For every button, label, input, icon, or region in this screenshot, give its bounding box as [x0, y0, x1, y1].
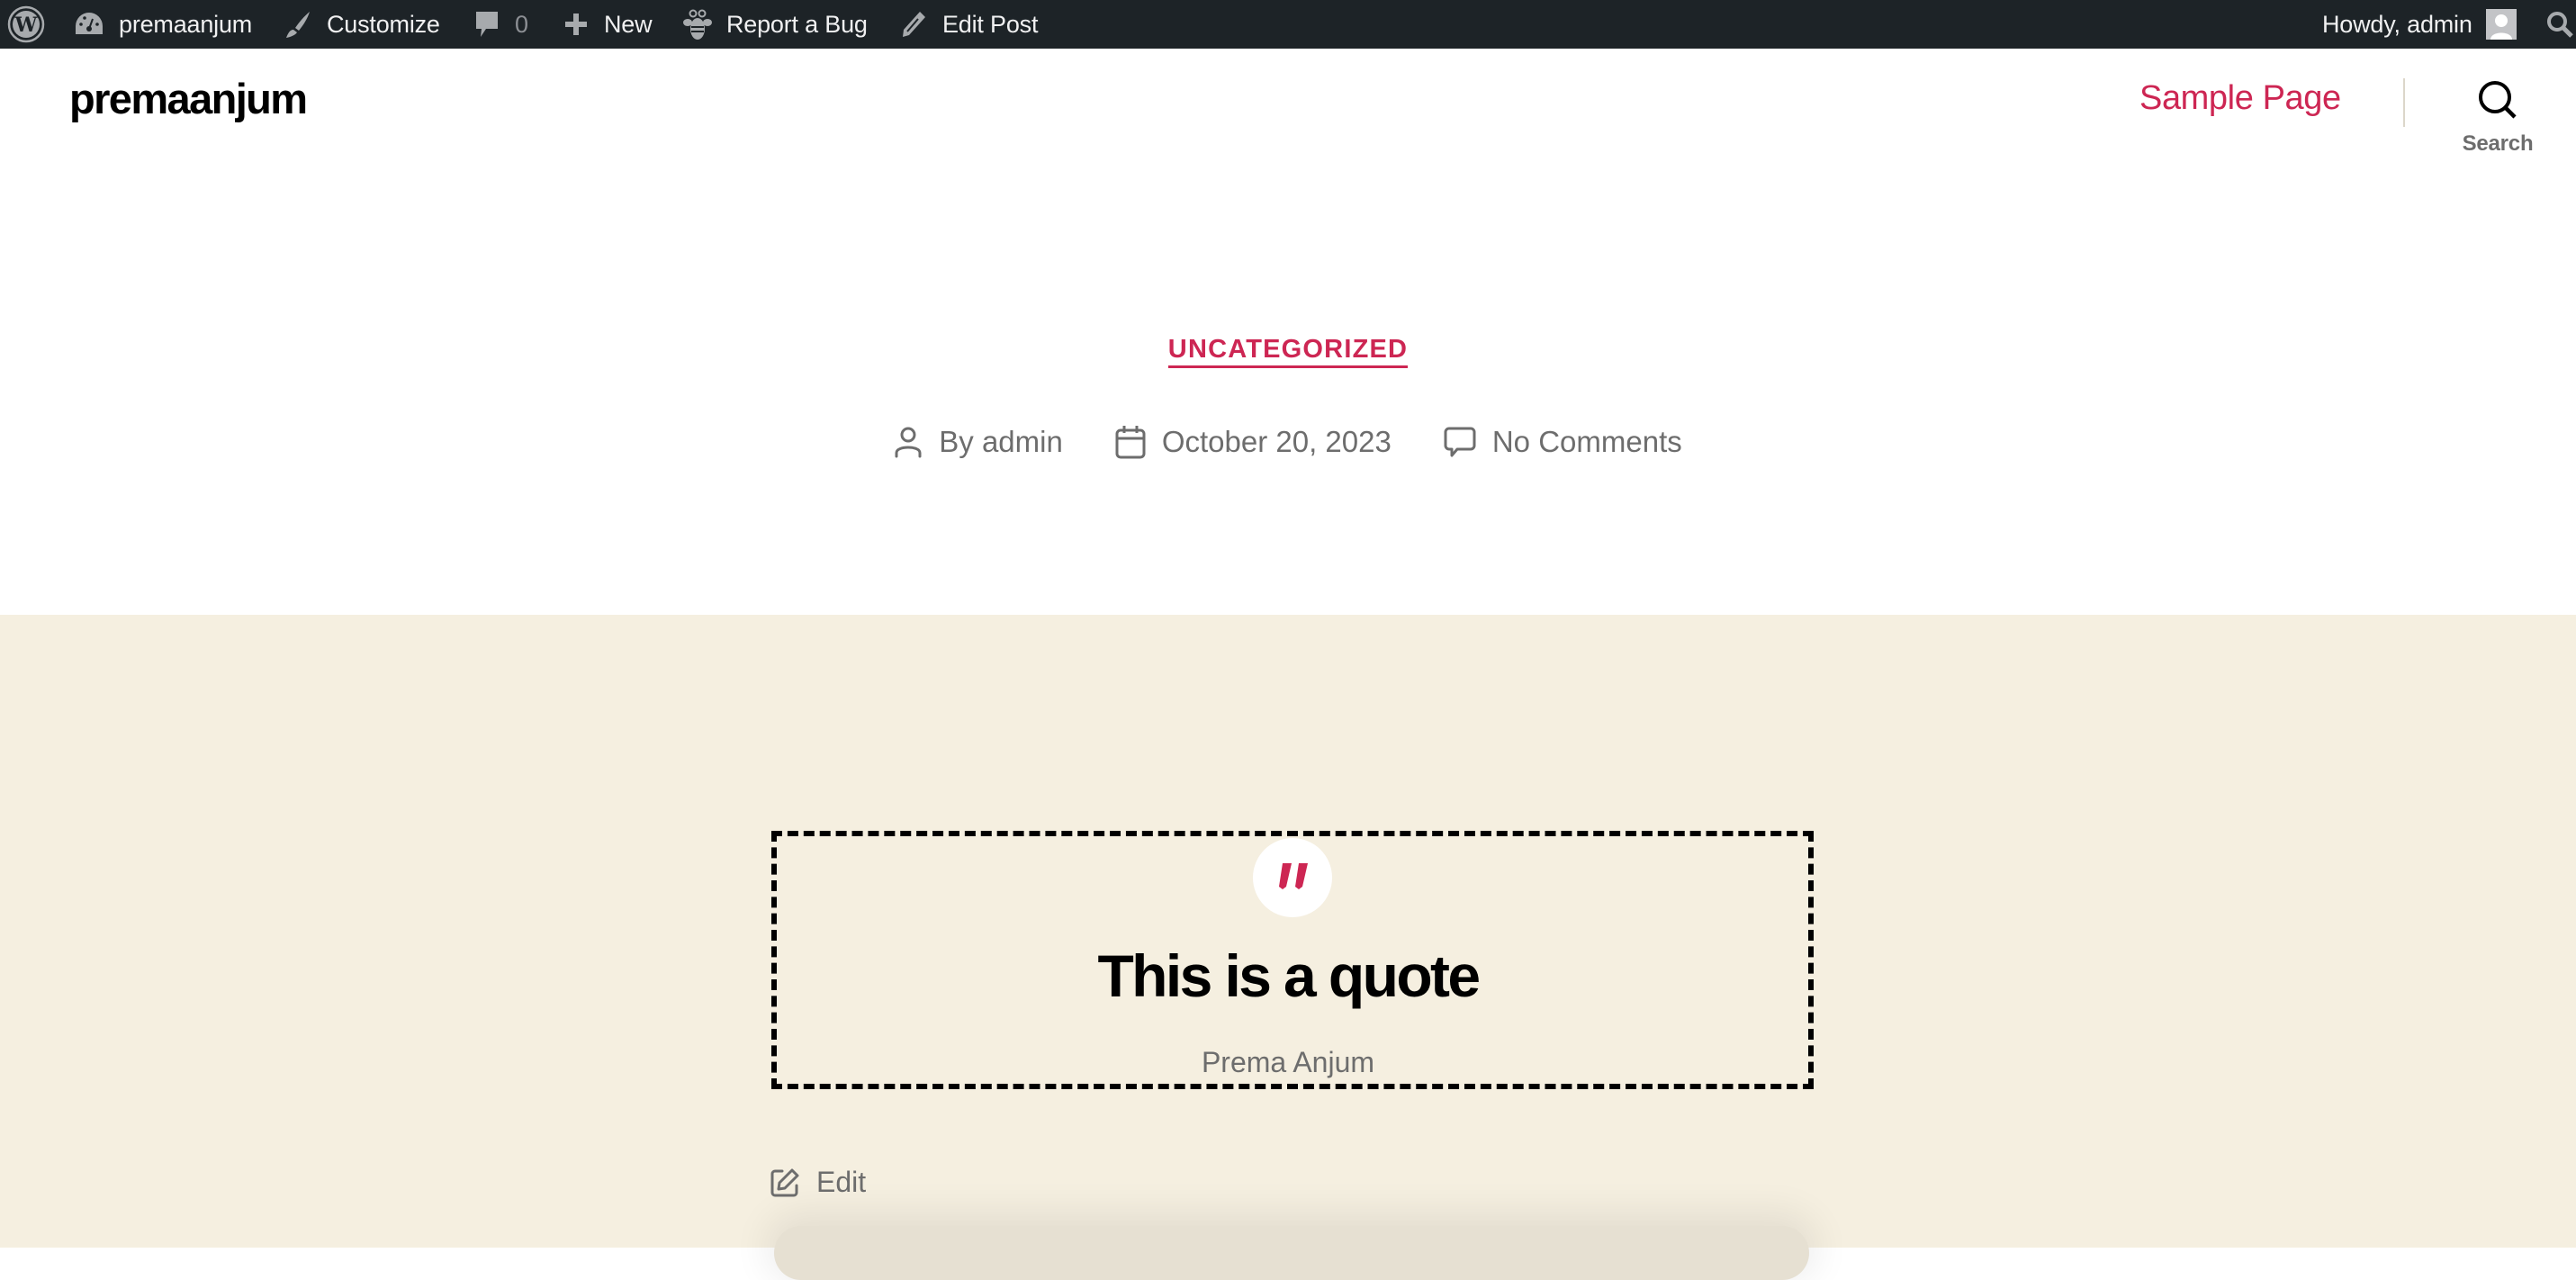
- bug-icon: [683, 9, 712, 40]
- comment-icon: [476, 12, 498, 37]
- quote-text: This is a quote: [1097, 942, 1481, 1009]
- edit-link[interactable]: Edit: [770, 1166, 866, 1199]
- date-link[interactable]: October 20, 2023: [1162, 425, 1392, 459]
- comments-count: 0: [515, 10, 529, 38]
- new-content-menu[interactable]: New: [563, 0, 653, 49]
- edit-label: Edit: [816, 1166, 867, 1198]
- search-icon: [2547, 12, 2573, 38]
- avatar-icon: [2485, 9, 2517, 40]
- comments-link[interactable]: 0: [473, 0, 528, 49]
- user-icon: [895, 427, 922, 458]
- new-label: New: [604, 10, 653, 38]
- edit-icon: [770, 1168, 799, 1196]
- brush-icon: [286, 12, 310, 38]
- nav-divider: [2403, 78, 2405, 127]
- svg-text:W: W: [14, 14, 38, 37]
- next-section-card: [774, 1226, 1809, 1280]
- wordpress-logo-icon: W: [7, 5, 45, 43]
- post-comment-link: No Comments: [1444, 425, 1682, 459]
- wp-logo-menu[interactable]: W: [7, 0, 45, 49]
- author-link[interactable]: By admin: [939, 425, 1063, 459]
- quote-citation: Prema Anjum: [1201, 1046, 1375, 1078]
- howdy-label: Howdy, admin: [2322, 10, 2472, 38]
- plus-icon: [565, 14, 587, 35]
- my-account-menu[interactable]: Howdy, admin: [2322, 0, 2517, 49]
- comments-link[interactable]: No Comments: [1492, 425, 1682, 459]
- post-date: October 20, 2023: [1115, 425, 1392, 459]
- search-label: Search: [2462, 131, 2534, 156]
- customize-link[interactable]: Customize: [283, 0, 440, 49]
- comment-icon: [1444, 427, 1476, 457]
- post-author: By admin: [894, 425, 1063, 459]
- dashboard-icon: [76, 13, 103, 34]
- pencil-icon: [903, 12, 925, 37]
- calendar-icon: [1115, 426, 1146, 459]
- search-icon: [2479, 81, 2517, 119]
- site-name-label: premaanjum: [119, 10, 253, 38]
- site-name-menu[interactable]: premaanjum: [74, 0, 252, 49]
- report-bug-label: Report a Bug: [726, 10, 868, 38]
- search-toggle-button[interactable]: Search: [2448, 77, 2547, 164]
- category-link[interactable]: UNCATEGORIZED: [1167, 335, 1409, 368]
- nav-item-sample-page[interactable]: Sample Page: [2139, 79, 2341, 118]
- entry-categories: UNCATEGORIZED: [0, 335, 2576, 368]
- admin-bar: W premaanjum Customize 0 New Report a Bu…: [0, 0, 2576, 49]
- customize-label: Customize: [327, 10, 440, 38]
- post-meta: By admin October 20, 2023 No Comments: [0, 425, 2576, 459]
- report-bug-link[interactable]: Report a Bug: [682, 0, 868, 49]
- edit-post-link[interactable]: Edit Post: [900, 0, 1038, 49]
- admin-search-button[interactable]: [2545, 0, 2574, 49]
- site-title[interactable]: premaanjum: [69, 74, 308, 123]
- quote-icon: [1253, 838, 1332, 917]
- edit-post-label: Edit Post: [942, 10, 1039, 38]
